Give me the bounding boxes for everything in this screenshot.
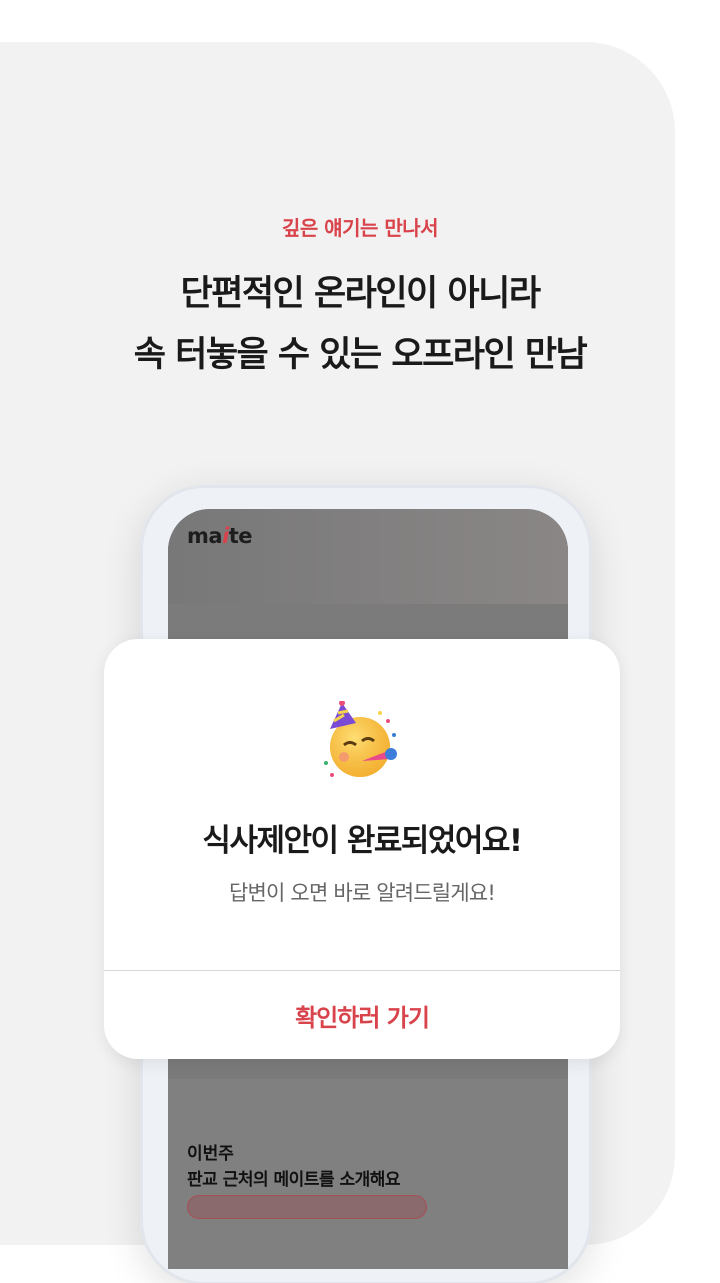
partying-face-icon <box>324 701 397 777</box>
app-header: maite <box>168 509 568 604</box>
week-section-title: 판교 근처의 메이트를 소개해요 <box>187 1170 401 1190</box>
dialog-subtitle: 답변이 오면 바로 알려드릴게요! <box>228 881 496 905</box>
success-dialog: 식사제안이 완료되었어요! 답변이 오면 바로 알려드릴게요! 확인하러 가기 <box>104 639 620 1059</box>
headline-line-2: 속 터놓을 수 있는 오프라인 만남 <box>133 335 588 375</box>
headline-line-1: 단편적인 온라인이 아니라 <box>180 274 541 314</box>
dialog-title: 식사제안이 완료되었어요! <box>202 823 523 859</box>
eyebrow-text: 깊은 얘기는 만나서 <box>281 216 439 240</box>
confirm-button[interactable]: 확인하러 가기 <box>104 971 620 1059</box>
tag-chip <box>187 1195 427 1219</box>
week-label: 이번주 <box>187 1144 234 1164</box>
app-logo: maite <box>187 524 253 548</box>
